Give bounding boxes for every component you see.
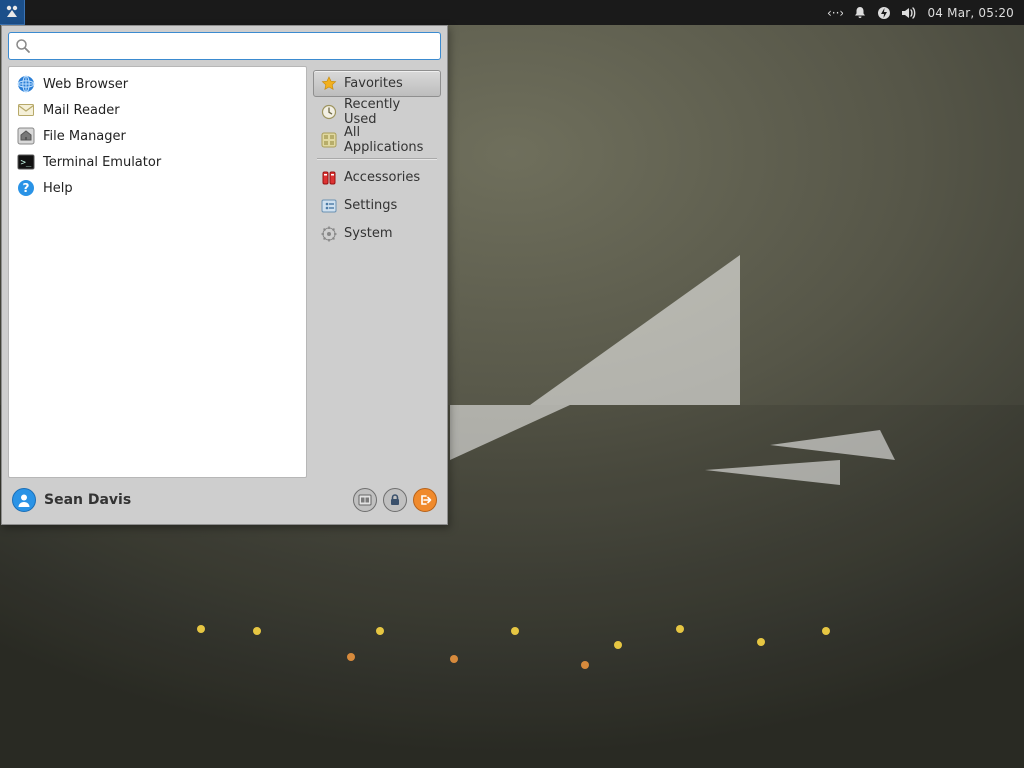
application-menu-popup: Web Browser Mail Reader File Manager >_ Term… <box>1 25 448 525</box>
accessories-icon <box>321 170 337 186</box>
menu-button[interactable] <box>0 0 25 25</box>
username-label: Sean Davis <box>44 492 131 508</box>
app-item-terminal-emulator[interactable]: >_ Terminal Emulator <box>9 149 306 175</box>
category-list: Favorites Recently UsedAll Applications Ac… <box>313 66 441 478</box>
volume-icon[interactable] <box>901 6 917 20</box>
category-item-all-applications[interactable]: All Applications <box>313 126 441 153</box>
terminal-icon: >_ <box>17 153 35 171</box>
category-item-recently-used[interactable]: Recently Used <box>313 98 441 125</box>
user-icon <box>16 492 32 508</box>
notifications-icon[interactable] <box>853 6 867 20</box>
category-item-label: Favorites <box>344 76 403 91</box>
menu-footer: Sean Davis <box>8 484 441 518</box>
settings-alt-icon <box>358 493 372 507</box>
svg-text:‹··›: ‹··› <box>827 6 843 20</box>
app-item-file-manager[interactable]: File Manager <box>9 123 306 149</box>
search-input[interactable] <box>8 32 441 60</box>
app-item-label: Help <box>43 181 73 196</box>
category-item-system[interactable]: System <box>313 220 441 247</box>
category-separator <box>317 158 437 159</box>
app-item-label: Mail Reader <box>43 103 120 118</box>
top-panel: ‹··› 04 Mar, 05:20 <box>0 0 1024 25</box>
system-tray: ‹··› 04 Mar, 05:20 <box>817 0 1024 25</box>
session-actions <box>353 488 437 512</box>
lock-screen-button[interactable] <box>383 488 407 512</box>
category-item-label: Recently Used <box>344 97 433 127</box>
settings-editor-button[interactable] <box>353 488 377 512</box>
power-icon[interactable] <box>877 6 891 20</box>
search-row <box>8 32 441 60</box>
category-item-favorites[interactable]: Favorites <box>313 70 441 97</box>
svg-text:?: ? <box>23 181 30 195</box>
lock-icon <box>388 493 402 507</box>
network-icon[interactable]: ‹··› <box>827 6 843 20</box>
clock-icon <box>321 104 337 120</box>
log-out-button[interactable] <box>413 488 437 512</box>
app-item-label: Web Browser <box>43 77 128 92</box>
category-item-label: System <box>344 226 392 241</box>
star-icon <box>321 76 337 92</box>
app-item-web-browser[interactable]: Web Browser <box>9 71 306 97</box>
settings-icon <box>321 198 337 214</box>
app-item-help[interactable]: ? Help <box>9 175 306 201</box>
app-item-label: File Manager <box>43 129 126 144</box>
clock[interactable]: 04 Mar, 05:20 <box>927 6 1014 20</box>
system-icon <box>321 226 337 242</box>
mail-icon <box>17 101 35 119</box>
user-avatar[interactable] <box>12 488 36 512</box>
help-icon: ? <box>17 179 35 197</box>
home-icon <box>17 127 35 145</box>
logout-icon <box>418 493 432 507</box>
application-list: Web Browser Mail Reader File Manager >_ Term… <box>8 66 307 478</box>
app-item-label: Terminal Emulator <box>43 155 161 170</box>
category-item-label: Accessories <box>344 170 420 185</box>
category-item-label: Settings <box>344 198 397 213</box>
apps-icon <box>321 132 337 148</box>
category-item-settings[interactable]: Settings <box>313 192 441 219</box>
category-item-accessories[interactable]: Accessories <box>313 164 441 191</box>
svg-text:>_: >_ <box>21 158 32 168</box>
app-item-mail-reader[interactable]: Mail Reader <box>9 97 306 123</box>
xfce-mouse-icon <box>4 4 20 20</box>
category-item-label: All Applications <box>344 125 433 155</box>
globe-icon <box>17 75 35 93</box>
